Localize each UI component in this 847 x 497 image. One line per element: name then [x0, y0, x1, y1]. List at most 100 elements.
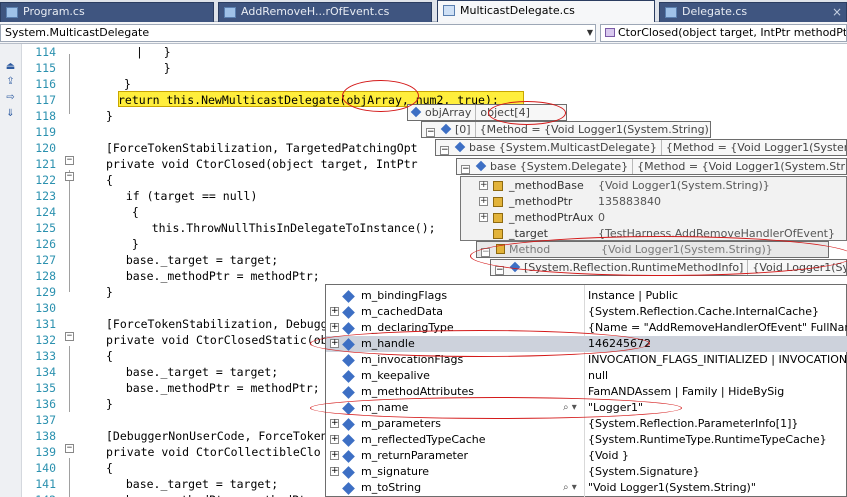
- member-value[interactable]: "Logger1": [588, 400, 643, 416]
- member-value[interactable]: INVOCATION_FLAGS_INITIALIZED | INVOCATIO…: [588, 352, 847, 368]
- member-row-m-returnparameter[interactable]: + m_returnParameter {Void }: [326, 448, 847, 464]
- datatip-base-delegate[interactable]: − base {System.Delegate} {Method = {Void L…: [456, 158, 847, 175]
- code-line[interactable]: base._target = target;: [112, 365, 278, 379]
- member-row-m-methodattributes[interactable]: m_methodAttributes FamANDAssem | Family |…: [326, 384, 847, 400]
- step-out-icon[interactable]: ⇨: [4, 93, 17, 103]
- member-value[interactable]: {System.Reflection.ParameterInfo[1]}: [588, 416, 798, 432]
- expand-icon[interactable]: +: [330, 435, 339, 444]
- expand-icon[interactable]: +: [330, 419, 339, 428]
- datatip-runtimemethodinfo[interactable]: − [System.Reflection.RuntimeMethodInfo] {V…: [490, 259, 847, 276]
- member-value[interactable]: "Void Logger1(System.String)": [588, 480, 756, 496]
- private-field-icon: [493, 197, 503, 207]
- outline-guide: [69, 54, 70, 114]
- field-row-methodptraux[interactable]: + _methodPtrAux 0: [461, 210, 847, 226]
- datatip-method[interactable]: − Method {Void Logger1(System.String)}: [476, 241, 829, 258]
- collapse-icon[interactable]: −: [440, 146, 449, 155]
- datatip-item-0[interactable]: − [0] {Method = {Void Logger1(System.Strin…: [421, 121, 711, 138]
- collapse-region-icon[interactable]: −: [65, 444, 74, 453]
- field-row-methodptr[interactable]: + _methodPtr 135883840: [461, 194, 847, 210]
- member-value[interactable]: {Name = "AddRemoveHandlerOfEvent" FullNa…: [588, 320, 847, 336]
- line-number: 126: [35, 237, 56, 251]
- member-value[interactable]: {System.RuntimeType.RuntimeTypeCache}: [588, 432, 827, 448]
- expand-icon[interactable]: +: [479, 197, 488, 206]
- visualizer-magnifier-icon[interactable]: ⌕ ▾: [563, 400, 577, 416]
- member-value[interactable]: null: [588, 368, 608, 384]
- step-over-icon[interactable]: ⏏: [4, 62, 17, 72]
- member-row-m-keepalive[interactable]: m_keepalive null: [326, 368, 847, 384]
- code-line[interactable]: }: [118, 237, 139, 251]
- code-line[interactable]: if (target == null): [112, 189, 258, 203]
- expand-icon[interactable]: +: [330, 467, 339, 476]
- code-line[interactable]: }: [124, 77, 131, 91]
- csharp-file-icon: [224, 7, 236, 18]
- member-row-m-invocationflags[interactable]: m_invocationFlags INVOCATION_FLAGS_INITIA…: [326, 352, 847, 368]
- close-icon[interactable]: ×: [832, 3, 842, 21]
- expand-icon[interactable]: +: [330, 323, 339, 332]
- code-line[interactable]: | }: [136, 45, 171, 59]
- member-row-m-signature[interactable]: + m_signature {System.Signature}: [326, 464, 847, 480]
- member-value[interactable]: 146245672: [588, 336, 651, 352]
- member-value[interactable]: {System.Signature}: [588, 464, 700, 480]
- code-line[interactable]: {: [106, 349, 113, 363]
- step-down-icon[interactable]: ⇓: [4, 109, 17, 119]
- collapse-region-icon[interactable]: −: [65, 156, 74, 165]
- member-value[interactable]: {Void }: [588, 448, 629, 464]
- collapse-icon[interactable]: −: [495, 266, 504, 275]
- tab-delegate-cs[interactable]: Delegate.cs ×: [659, 2, 847, 22]
- tab-multicastdelegate-cs[interactable]: MulticastDelegate.cs: [437, 0, 655, 22]
- visualizer-magnifier-icon[interactable]: ⌕ ▾: [563, 480, 577, 496]
- code-line[interactable]: }: [136, 61, 171, 75]
- member-name: m_cachedData: [361, 305, 444, 318]
- step-up-icon[interactable]: ⇪: [4, 77, 17, 87]
- member-row-m-reflectedtypecache[interactable]: + m_reflectedTypeCache {System.RuntimeType…: [326, 432, 847, 448]
- member-row-m-declaringtype[interactable]: + m_declaringType {Name = "AddRemoveHandle…: [326, 320, 847, 336]
- code-line[interactable]: }: [106, 397, 113, 411]
- type-dropdown[interactable]: System.MulticastDelegate ▼: [0, 24, 596, 42]
- expand-icon[interactable]: +: [330, 307, 339, 316]
- member-row-m-cacheddata[interactable]: + m_cachedData {System.Reflection.Cache.In…: [326, 304, 847, 320]
- expand-icon[interactable]: +: [330, 451, 339, 460]
- member-value[interactable]: Instance | Public: [588, 288, 678, 304]
- datatip-objarray[interactable]: objArray object[4]: [407, 104, 567, 121]
- code-line[interactable]: private void CtorClosed(object target, I…: [106, 157, 418, 171]
- member-row-m-parameters[interactable]: + m_parameters {System.Reflection.Paramete…: [326, 416, 847, 432]
- expand-icon[interactable]: +: [479, 213, 488, 222]
- code-line[interactable]: base._methodPtr = methodPtr;: [112, 269, 320, 283]
- member-dropdown[interactable]: CtorClosed(object target, IntPtr methodP…: [600, 24, 847, 42]
- collapse-icon[interactable]: −: [481, 248, 490, 257]
- expand-icon[interactable]: +: [330, 339, 339, 348]
- field-icon: [454, 141, 466, 153]
- code-line[interactable]: }: [106, 285, 113, 299]
- member-value[interactable]: FamANDAssem | Family | HideBySig: [588, 384, 784, 400]
- datatip-base-multicastdelegate[interactable]: − base {System.MulticastDelegate} {Method …: [435, 139, 847, 156]
- collapse-icon[interactable]: −: [426, 128, 435, 137]
- code-line[interactable]: {: [106, 173, 113, 187]
- tab-program-cs[interactable]: Program.cs: [0, 2, 214, 22]
- member-row-m-name[interactable]: m_name ⌕ ▾ "Logger1": [326, 400, 847, 416]
- code-line[interactable]: private void CtorClosedStatic(ob: [106, 333, 328, 347]
- field-row-target[interactable]: _target {TestHarness.AddRemoveHandlerOfE…: [461, 226, 847, 242]
- tab-addremovehandlerofevent-cs[interactable]: AddRemoveH...rOfEvent.cs: [218, 2, 432, 22]
- code-line[interactable]: base._target = target;: [112, 253, 278, 267]
- field-row-methodbase[interactable]: + _methodBase {Void Logger1(System.Strin…: [461, 178, 847, 194]
- code-line[interactable]: this.ThrowNullThisInDelegateToInstance()…: [124, 221, 436, 235]
- code-line[interactable]: {: [118, 205, 139, 219]
- code-line[interactable]: base._methodPtr = methodPtr;: [112, 381, 320, 395]
- collapse-icon[interactable]: −: [461, 165, 470, 174]
- member-row-m-handle[interactable]: + m_handle 146245672: [326, 336, 847, 352]
- code-line[interactable]: [ForceTokenStabilization, Debugg: [106, 317, 328, 331]
- field-icon: [342, 418, 355, 431]
- code-line[interactable]: private void CtorCollectibleClo: [106, 445, 321, 459]
- expand-icon[interactable]: +: [479, 181, 488, 190]
- code-line[interactable]: }: [106, 109, 113, 123]
- code-line[interactable]: {: [106, 461, 113, 475]
- member-value[interactable]: {System.Reflection.Cache.InternalCache}: [588, 304, 819, 320]
- code-line[interactable]: base._methodPtr = methodPtr;: [112, 493, 320, 497]
- collapse-region-icon[interactable]: −: [65, 332, 74, 341]
- collapse-region-icon[interactable]: −: [65, 172, 74, 181]
- code-line[interactable]: base._target = target;: [112, 477, 278, 491]
- member-row-m-bindingflags[interactable]: m_bindingFlags Instance | Public: [326, 288, 847, 304]
- code-line[interactable]: [ForceTokenStabilization, TargetedPatchi…: [106, 141, 418, 155]
- member-row-m-tostring[interactable]: m_toString ⌕ ▾ "Void Logger1(System.String…: [326, 480, 847, 496]
- code-line[interactable]: [DebuggerNonUserCode, ForceToken: [106, 429, 328, 443]
